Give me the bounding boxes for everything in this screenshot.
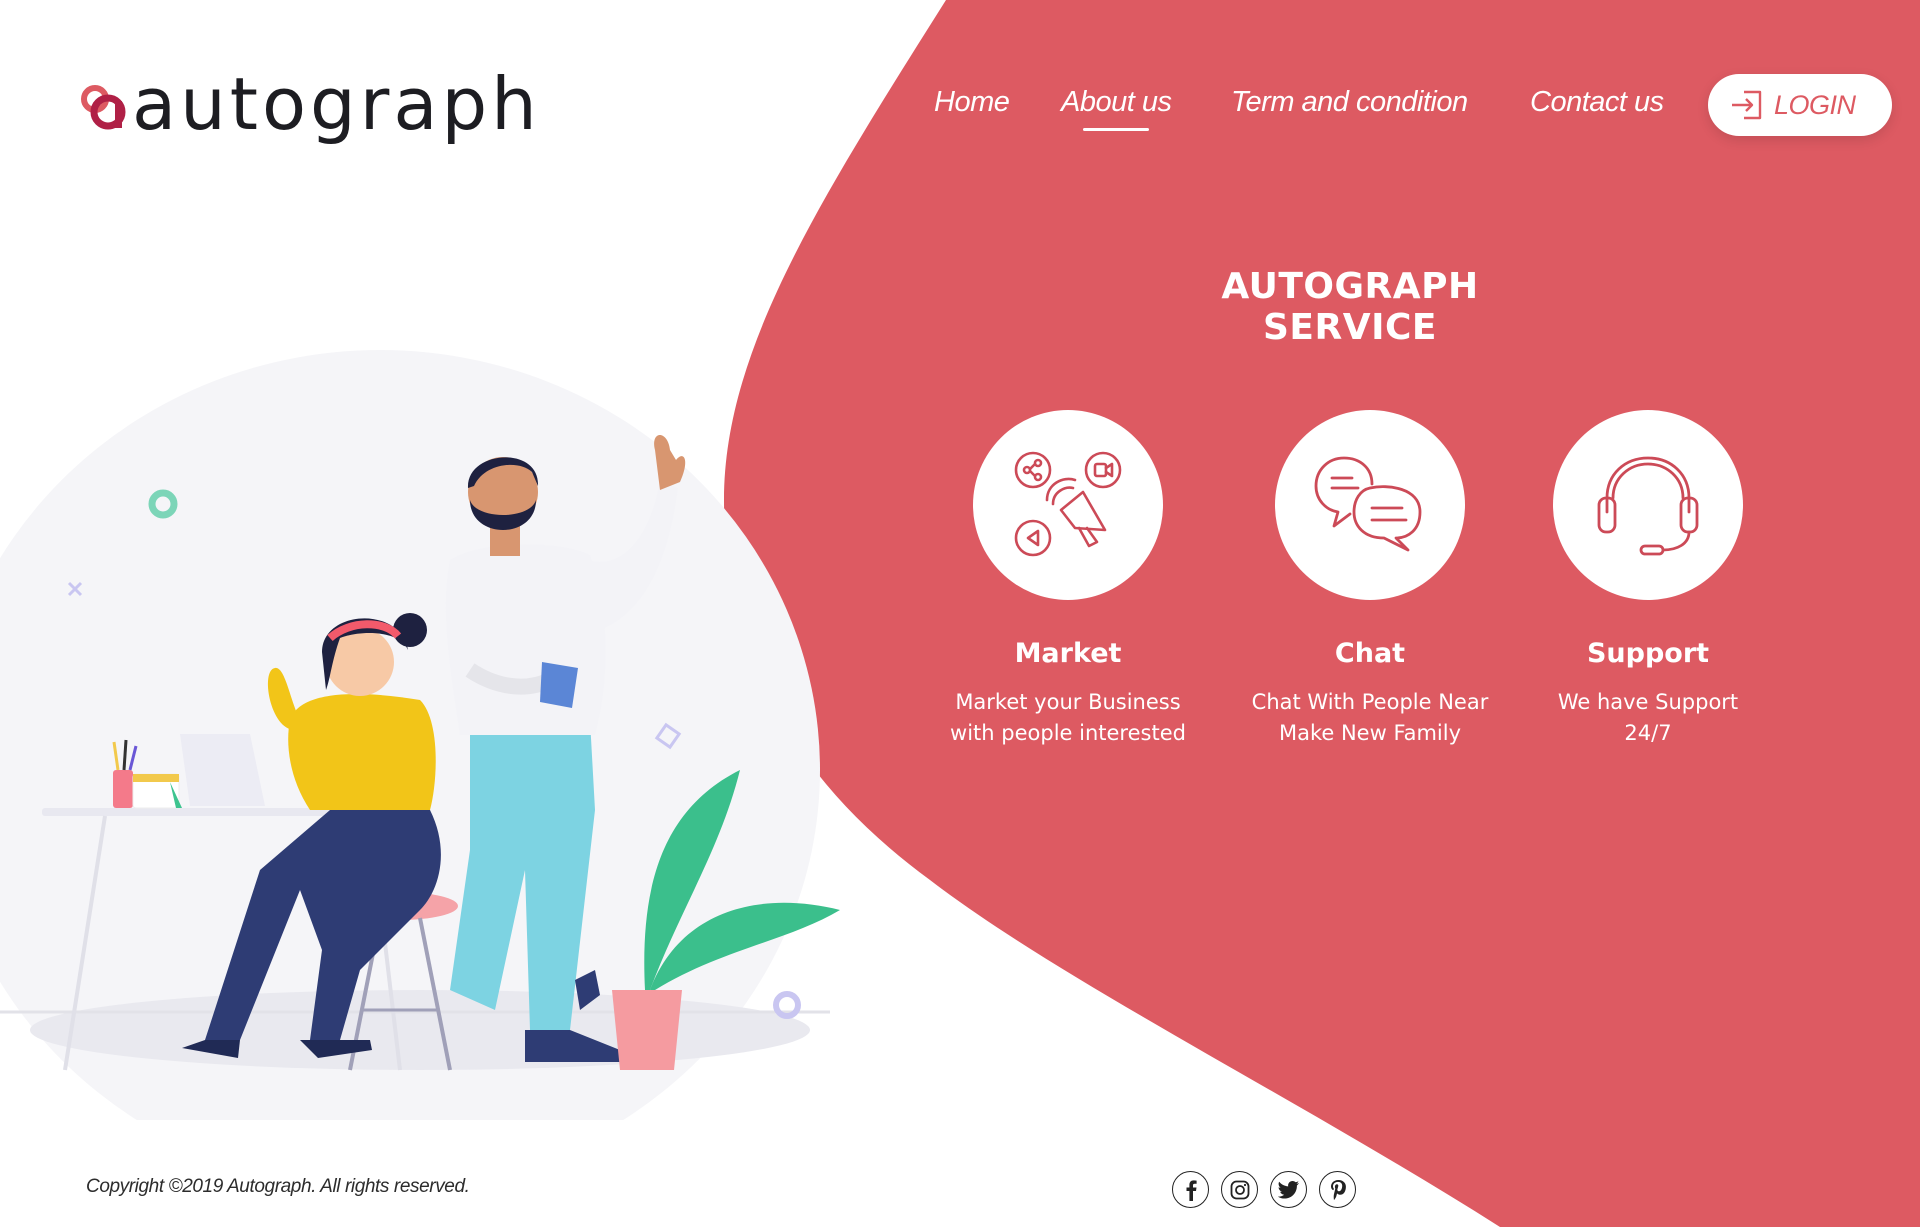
service-name-support: Support xyxy=(1586,638,1710,669)
nav-term-and-condition[interactable]: Term and condition xyxy=(1231,86,1468,119)
service-card-support[interactable]: Support We have Support 24/7 xyxy=(1518,410,1778,749)
service-desc-chat: Chat With People Near Make New Family xyxy=(1240,687,1500,749)
service-desc-line: Market your Business xyxy=(955,690,1181,714)
login-button[interactable]: LOGIN xyxy=(1708,74,1892,136)
landing-page: autograph Home About us Term and conditi… xyxy=(0,0,1920,1227)
nav-about-us[interactable]: About us xyxy=(1061,86,1172,131)
login-label: LOGIN xyxy=(1774,89,1856,120)
service-desc-line: We have Support xyxy=(1557,690,1739,714)
service-desc-support: We have Support 24/7 xyxy=(1518,687,1778,749)
megaphone-icon xyxy=(1014,451,1122,557)
facebook-icon[interactable] xyxy=(1172,1171,1209,1208)
chat-bubbles-icon xyxy=(1314,456,1422,552)
instagram-icon[interactable] xyxy=(1221,1171,1258,1208)
service-circle xyxy=(973,410,1163,600)
headset-icon xyxy=(1597,456,1699,556)
service-desc-line: with people interested xyxy=(950,721,1186,745)
social-links xyxy=(1172,1171,1356,1208)
nav-home[interactable]: Home xyxy=(934,86,1010,119)
service-circle xyxy=(1275,410,1465,600)
twitter-icon[interactable] xyxy=(1270,1171,1307,1208)
service-card-chat[interactable]: Chat Chat With People Near Make New Fami… xyxy=(1240,410,1500,749)
service-card-market[interactable]: Market Market your Business with people … xyxy=(938,410,1198,749)
login-arrow-icon xyxy=(1732,90,1762,120)
service-desc-line: Make New Family xyxy=(1278,721,1462,745)
team-illustration xyxy=(0,350,840,1120)
main-nav: Home About us Term and condition Contact… xyxy=(0,74,1920,140)
service-name-market: Market xyxy=(1014,638,1122,669)
service-title: AUTOGRAPH SERVICE xyxy=(1221,266,1479,348)
service-desc-line: 24/7 xyxy=(1624,721,1672,745)
nav-contact-us[interactable]: Contact us xyxy=(1530,86,1664,119)
service-circle xyxy=(1553,410,1743,600)
service-desc-line: Chat With People Near xyxy=(1251,690,1489,714)
service-name-chat: Chat xyxy=(1334,638,1406,669)
copyright-text: Copyright ©2019 Autograph. All rights re… xyxy=(86,1176,470,1197)
pinterest-icon[interactable] xyxy=(1319,1171,1356,1208)
service-desc-market: Market your Business with people interes… xyxy=(938,687,1198,749)
